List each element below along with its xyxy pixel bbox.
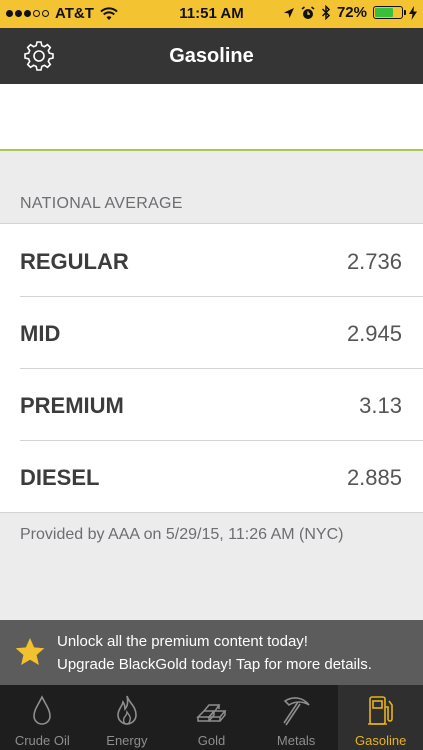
tab-label: Gasoline xyxy=(355,733,407,748)
alarm-clock-icon xyxy=(301,5,315,19)
source-note: Provided by AAA on 5/29/15, 11:26 AM (NY… xyxy=(20,526,344,543)
price-value: 2.945 xyxy=(346,321,402,346)
price-label: REGULAR xyxy=(20,249,129,274)
tab-label: Metals xyxy=(276,733,316,748)
star-icon xyxy=(15,638,45,665)
price-row-mid[interactable]: MID 2.945 xyxy=(0,296,423,368)
page-title: Gasoline xyxy=(169,45,254,67)
price-label: MID xyxy=(20,321,61,346)
price-row-premium[interactable]: PREMIUM 3.13 xyxy=(0,368,423,440)
tab-label: Crude Oil xyxy=(14,733,70,748)
tab-crude-oil[interactable]: Crude Oil xyxy=(0,685,85,750)
price-label: DIESEL xyxy=(20,465,100,490)
upgrade-promo-banner[interactable]: Unlock all the premium content today! Up… xyxy=(0,620,423,685)
price-value: 2.736 xyxy=(346,249,402,274)
drop-icon xyxy=(33,695,52,725)
tab-energy[interactable]: Energy xyxy=(85,685,170,750)
battery-icon xyxy=(373,6,406,19)
price-value: 3.13 xyxy=(359,393,402,418)
tab-gold[interactable]: Gold xyxy=(169,685,254,750)
gold-bars-icon xyxy=(196,704,228,722)
location-arrow-icon xyxy=(283,7,294,18)
price-table: REGULAR 2.736 MID 2.945 PREMIUM 3.13 DIE… xyxy=(0,223,423,513)
navigation-bar: Gasoline xyxy=(0,28,423,84)
status-bar: AT&T 11:51 AM 72% xyxy=(0,0,423,28)
tab-bar: Crude Oil Energy Gold Metals Gasoline xyxy=(0,685,423,750)
tab-label: Gold xyxy=(197,733,226,748)
promo-text-line-1: Unlock all the premium content today! xyxy=(57,633,308,650)
price-row-diesel[interactable]: DIESEL 2.885 xyxy=(0,440,423,512)
price-label: PREMIUM xyxy=(20,393,124,418)
price-row-regular[interactable]: REGULAR 2.736 xyxy=(0,224,423,296)
charging-bolt-icon xyxy=(409,5,417,20)
promo-text-line-2: Upgrade BlackGold today! Tap for more de… xyxy=(57,656,372,673)
bluetooth-icon xyxy=(321,5,331,20)
status-right: 72% xyxy=(283,4,417,21)
flame-icon xyxy=(117,695,137,725)
section-header: NATIONAL AVERAGE xyxy=(20,195,183,212)
tab-gasoline[interactable]: Gasoline xyxy=(338,685,423,750)
price-value: 2.885 xyxy=(346,465,402,490)
tab-label: Energy xyxy=(106,733,148,748)
gas-pump-icon xyxy=(367,696,393,725)
pickaxe-icon xyxy=(283,697,310,726)
ad-banner-area xyxy=(0,84,423,151)
battery-percent: 72% xyxy=(336,4,367,21)
tab-metals[interactable]: Metals xyxy=(254,685,339,750)
